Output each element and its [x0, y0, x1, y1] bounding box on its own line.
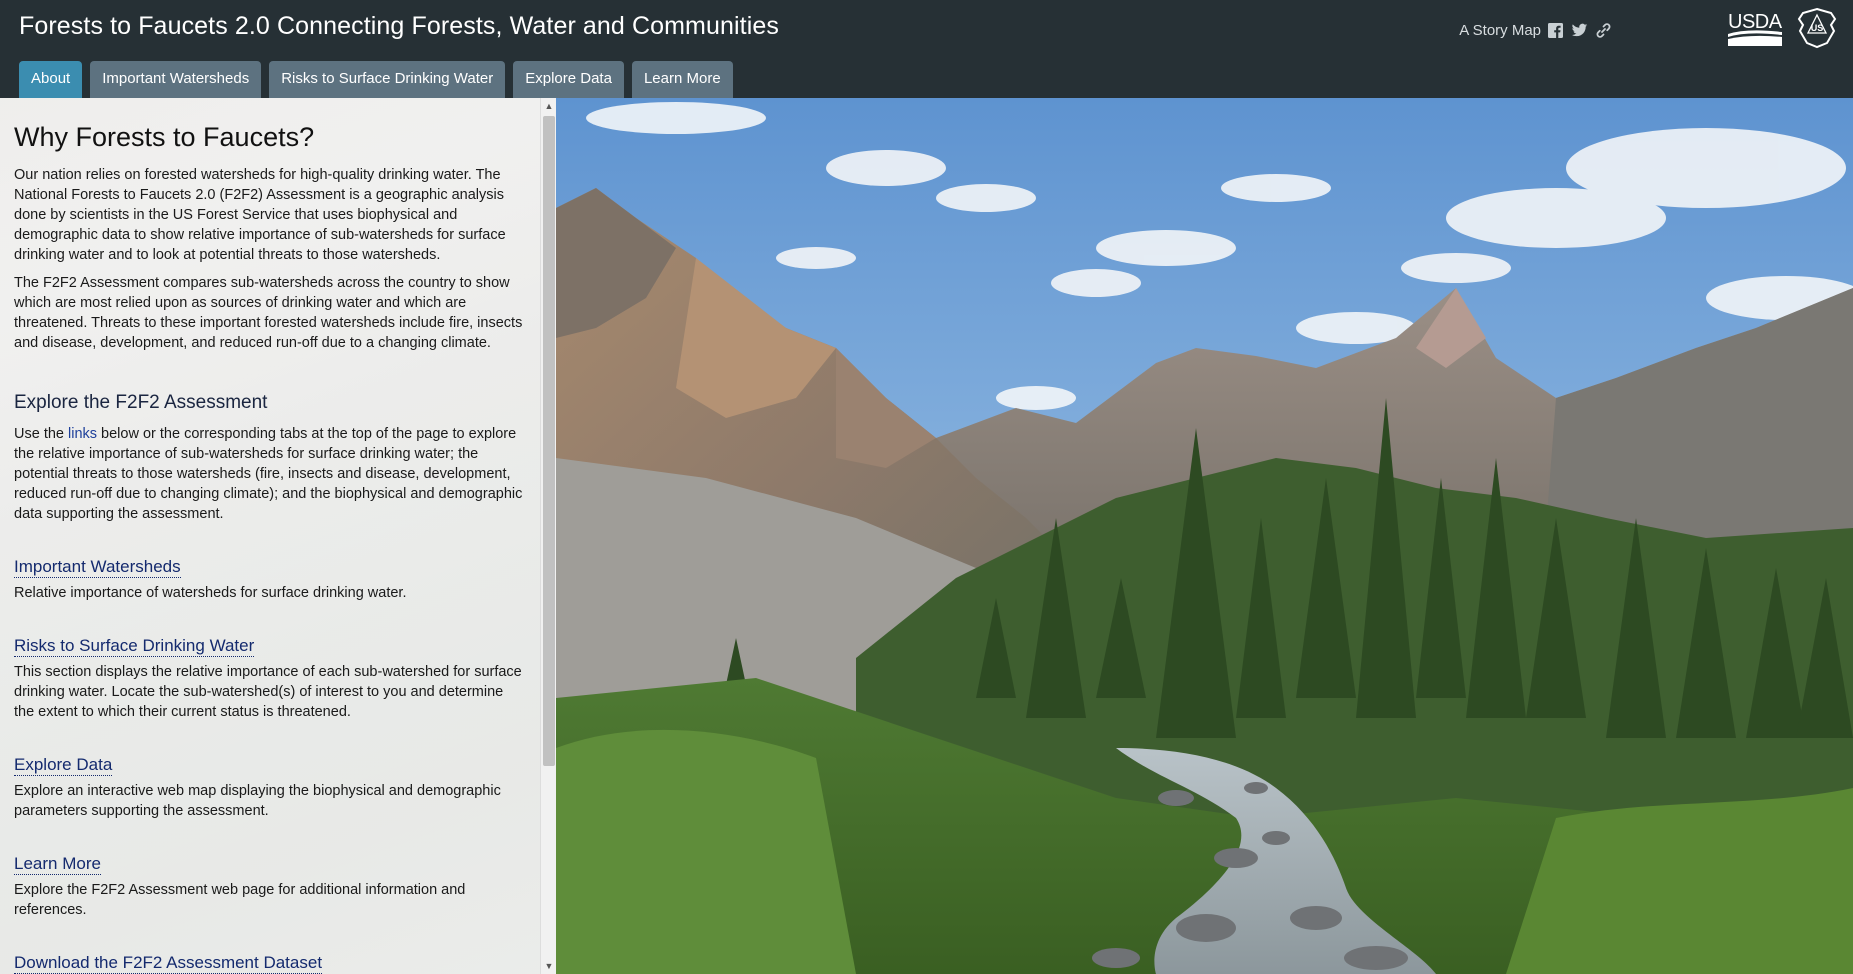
hero-landscape-image	[556, 98, 1853, 974]
important-watersheds-link[interactable]: Important Watersheds	[14, 556, 181, 578]
learn-more-link[interactable]: Learn More	[14, 853, 101, 875]
section-description: Relative importance of watersheds for su…	[14, 585, 407, 601]
page-heading: Why Forests to Faucets?	[14, 122, 315, 152]
section-risks: Risks to Surface Drinking Water This sec…	[14, 635, 524, 722]
app-header: Forests to Faucets 2.0 Connecting Forest…	[0, 0, 1853, 98]
panel-content: Why Forests to Faucets? Our nation relie…	[14, 98, 524, 974]
section-learn-more: Learn More Explore the F2F2 Assessment w…	[14, 853, 524, 920]
section-description: This section displays the relative impor…	[14, 664, 522, 720]
explore-heading: Explore the F2F2 Assessment	[14, 392, 268, 413]
section-important-watersheds: Important Watersheds Relative importance…	[14, 556, 524, 603]
section-download: Download the F2F2 Assessment Dataset	[14, 952, 524, 974]
header-tools: A Story Map USDA US	[1433, 0, 1853, 60]
tab-about[interactable]: About	[19, 61, 83, 98]
scroll-thumb[interactable]	[543, 116, 555, 766]
links-link[interactable]: links	[68, 426, 97, 442]
story-map-label: A Story Map	[1459, 22, 1541, 39]
intro-paragraph-2: The F2F2 Assessment compares sub-watersh…	[14, 275, 523, 351]
explore-paragraph: Use the links below or the corresponding…	[14, 424, 524, 524]
explore-text-start: Use the	[14, 426, 68, 442]
usda-logo[interactable]: USDA	[1727, 8, 1783, 48]
explore-data-link[interactable]: Explore Data	[14, 754, 113, 776]
tab-learn-more[interactable]: Learn More	[631, 61, 733, 98]
svg-text:USDA: USDA	[1728, 11, 1783, 33]
tab-risks-to-surface-drinking-water[interactable]: Risks to Surface Drinking Water	[269, 61, 506, 98]
link-icon[interactable]	[1595, 22, 1612, 39]
facebook-icon[interactable]	[1547, 22, 1564, 39]
section-explore-data: Explore Data Explore an interactive web …	[14, 754, 524, 821]
risks-to-surface-drinking-water-link[interactable]: Risks to Surface Drinking Water	[14, 635, 255, 657]
story-tabs: About Important Watersheds Risks to Surf…	[19, 61, 733, 98]
svg-text:US: US	[1811, 23, 1824, 33]
side-panel[interactable]: Why Forests to Faucets? Our nation relie…	[0, 98, 556, 974]
scroll-up-arrow-icon[interactable]: ▲	[541, 98, 557, 114]
download-dataset-link[interactable]: Download the F2F2 Assessment Dataset	[14, 952, 323, 974]
tab-explore-data[interactable]: Explore Data	[513, 61, 624, 98]
twitter-icon[interactable]	[1571, 22, 1588, 39]
panel-scrollbar[interactable]: ▲ ▼	[540, 98, 557, 974]
app-title: Forests to Faucets 2.0 Connecting Forest…	[19, 12, 779, 40]
section-description: Explore the F2F2 Assessment web page for…	[14, 882, 466, 918]
scroll-down-arrow-icon[interactable]: ▼	[541, 958, 557, 974]
usfs-shield-logo[interactable]: US	[1797, 7, 1837, 49]
section-description: Explore an interactive web map displayin…	[14, 783, 501, 819]
tab-important-watersheds[interactable]: Important Watersheds	[90, 61, 262, 98]
intro-paragraph-1: Our nation relies on forested watersheds…	[14, 167, 506, 263]
